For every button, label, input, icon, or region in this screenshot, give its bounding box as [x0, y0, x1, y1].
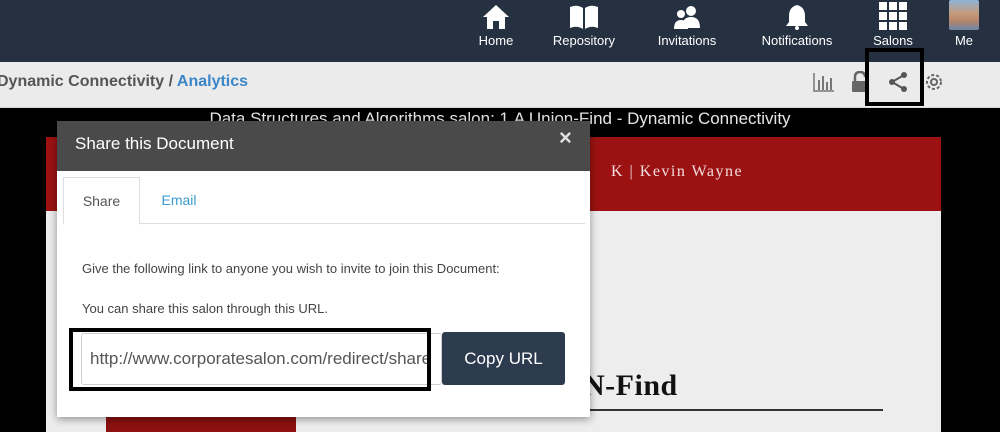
- gear-icon[interactable]: [920, 68, 948, 96]
- dialog-header: Share this Document ×: [57, 121, 590, 171]
- nav-label-repository: Repository: [552, 33, 616, 48]
- nav-label-invitations: Invitations: [657, 33, 717, 48]
- dialog-tabs: Share Email: [63, 177, 585, 225]
- nav-item-home[interactable]: Home: [476, 0, 516, 62]
- share-highlight-box: [865, 48, 924, 106]
- grid-icon: [879, 0, 907, 30]
- nav-label-notifications: Notifications: [761, 33, 833, 48]
- home-icon: [482, 0, 510, 30]
- slide-divider: [583, 409, 883, 411]
- nav-item-notifications[interactable]: Notifications: [754, 0, 840, 62]
- book-icon: [569, 0, 599, 30]
- nav-item-me[interactable]: Me: [946, 0, 982, 62]
- slide-heading: N-Find: [583, 369, 678, 402]
- bell-icon: [784, 0, 810, 30]
- breadcrumb-current: Dynamic Connectivity: [0, 73, 165, 90]
- dialog-title: Share this Document: [75, 134, 234, 153]
- nav-label-me: Me: [954, 33, 974, 48]
- tab-share[interactable]: Share: [63, 177, 140, 225]
- avatar: [949, 0, 979, 30]
- nav-label-home: Home: [478, 33, 514, 48]
- breadcrumb-analytics-link[interactable]: Analytics: [177, 73, 248, 90]
- nav-item-invitations[interactable]: Invitations: [652, 0, 722, 62]
- share-url-input[interactable]: [81, 333, 442, 385]
- share-subtext: You can share this salon through this UR…: [82, 301, 328, 316]
- slide-author: K | Kevin Wayne: [611, 163, 744, 180]
- nav-item-repository[interactable]: Repository: [548, 0, 620, 62]
- top-nav-bar: Home Repository Invitations Notification…: [0, 0, 1000, 62]
- nav-label-salons: Salons: [873, 33, 913, 48]
- close-icon[interactable]: ×: [559, 127, 572, 149]
- sub-header: Dynamic Connectivity / Analytics: [0, 48, 1000, 108]
- share-dialog: Share this Document × Share Email Give t…: [57, 121, 590, 417]
- copy-url-button[interactable]: Copy URL: [442, 332, 565, 385]
- analytics-icon[interactable]: [810, 68, 838, 96]
- share-instruction: Give the following link to anyone you wi…: [82, 261, 500, 276]
- breadcrumb-separator: /: [164, 73, 177, 90]
- tab-email[interactable]: Email: [148, 177, 210, 224]
- app-window: Home Repository Invitations Notification…: [0, 0, 1000, 432]
- breadcrumb: Dynamic Connectivity / Analytics: [0, 73, 248, 91]
- users-icon: [672, 0, 702, 30]
